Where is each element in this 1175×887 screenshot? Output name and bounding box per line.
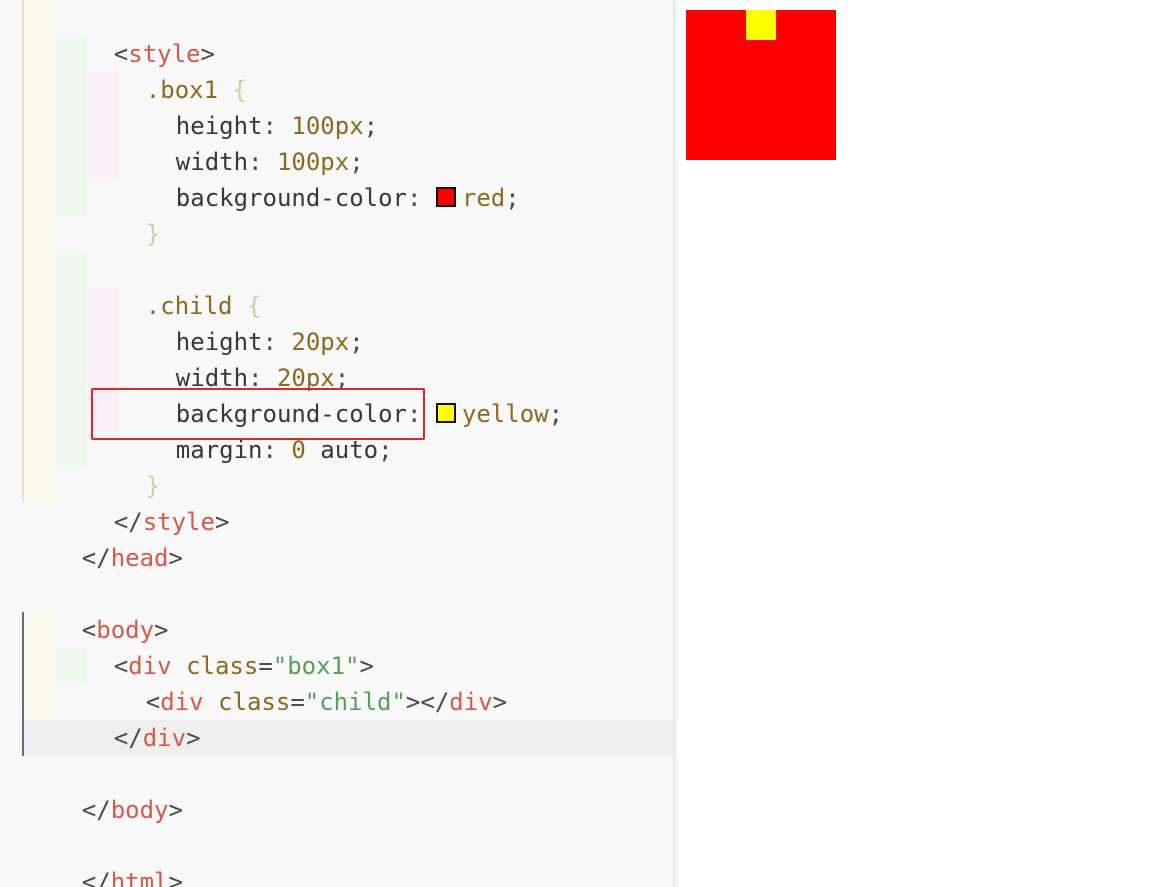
color-swatch-icon[interactable] (435, 187, 456, 207)
code-line[interactable]: <div class="child"></div> (88, 648, 507, 716)
indent-guide (56, 252, 86, 468)
tag-bracket: > (168, 544, 183, 572)
tag-name: div (449, 688, 493, 716)
code-line[interactable]: <div class="box1"> (56, 612, 374, 680)
tag-bracket: </ (81, 868, 111, 887)
code-editor[interactable]: <style> .box1 { height: 100px; width: 10… (0, 0, 673, 887)
tag-bracket: > (168, 796, 183, 824)
code-line[interactable]: <style> (56, 0, 215, 68)
pane-divider (673, 0, 679, 887)
css-property: margin (175, 436, 263, 464)
tag-name: body (110, 796, 169, 824)
tag-bracket: > (168, 868, 183, 887)
css-value: yellow (461, 400, 549, 428)
css-semicolon: ; (378, 436, 393, 464)
code-line[interactable]: .child { (88, 252, 262, 320)
attr-value: "child" (304, 688, 406, 716)
css-value: red (461, 184, 506, 212)
child-preview (746, 10, 776, 40)
tag-name: html (110, 868, 169, 887)
tag-bracket: > (186, 724, 201, 752)
css-colon: : (262, 436, 292, 464)
code-line[interactable]: } (88, 180, 160, 248)
css-value: auto (305, 436, 379, 464)
code-line[interactable]: </body> (24, 756, 183, 824)
tag-bracket: > (214, 508, 230, 536)
tag-name: head (110, 544, 169, 572)
code-line[interactable]: </head> (24, 504, 183, 572)
code-line[interactable]: background-color: red; (118, 144, 520, 212)
tag-name: div (142, 724, 187, 752)
css-semicolon: ; (548, 400, 564, 428)
attr-equals: = (290, 688, 305, 716)
tag-bracket: </ (113, 724, 143, 752)
code-line[interactable]: .box1 { (88, 36, 247, 104)
code-line[interactable]: height: 20px; (118, 288, 364, 356)
tag-bracket: ></ (405, 688, 450, 716)
code-line[interactable]: width: 20px; (118, 324, 349, 392)
code-line[interactable]: </style> (56, 468, 230, 536)
annotation-highlight-box (91, 388, 425, 440)
code-line[interactable]: width: 100px; (118, 108, 364, 176)
attr-name: class (218, 688, 291, 716)
color-swatch-icon[interactable] (435, 403, 456, 423)
tag-bracket: > (492, 688, 508, 716)
css-semicolon: ; (363, 112, 379, 140)
css-semicolon: ; (505, 184, 520, 212)
tag-bracket: </ (81, 796, 111, 824)
css-value: 0 (291, 436, 306, 464)
tag-bracket: </ (81, 544, 111, 572)
code-line[interactable]: height: 100px; (118, 72, 378, 140)
code-line[interactable]: </html> (24, 828, 183, 887)
code-line[interactable]: </div> (56, 684, 201, 752)
css-brace: } (145, 220, 161, 248)
box1-preview (686, 10, 836, 160)
indent-guide (24, 0, 54, 502)
css-property: background-color (175, 184, 407, 212)
css-colon: : (406, 184, 436, 212)
css-semicolon: ; (349, 328, 364, 356)
code-line[interactable]: <body> (24, 576, 169, 644)
